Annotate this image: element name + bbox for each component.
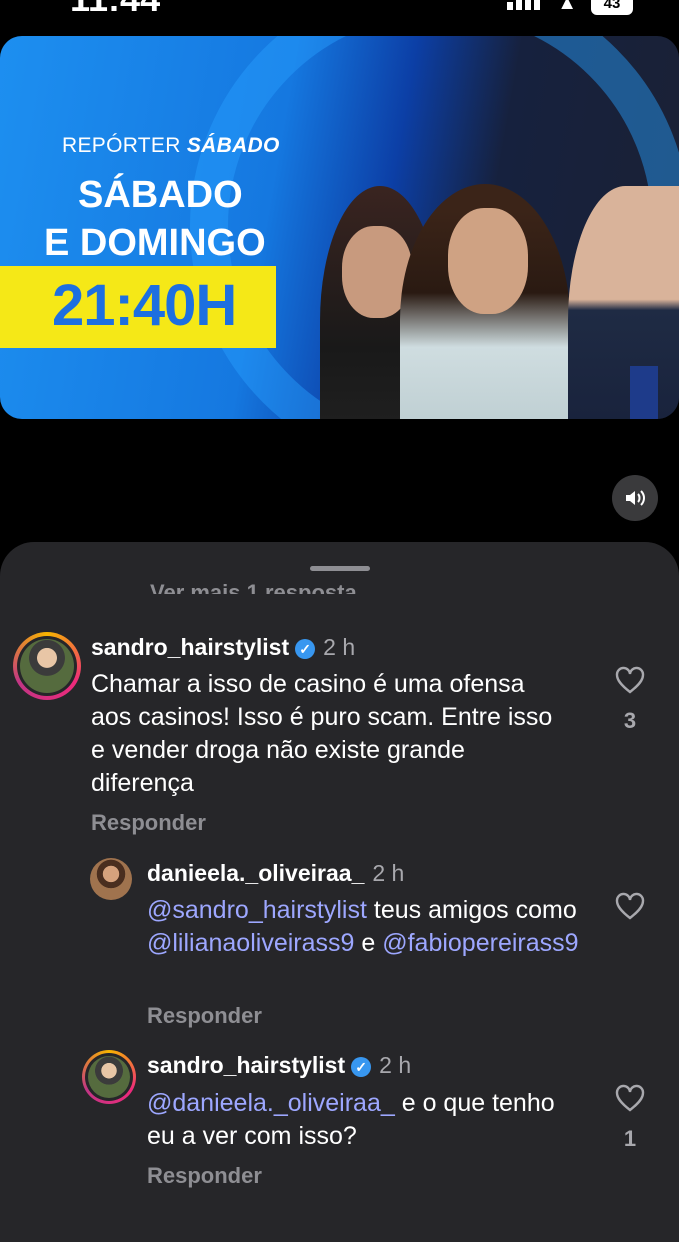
comment-username[interactable]: sandro_hairstylist ✓ 2 h xyxy=(147,1052,411,1079)
like-button[interactable] xyxy=(610,892,650,920)
banner-days-line1: SÁBADO xyxy=(78,174,243,216)
banner-program-title: REPÓRTER SÁBADO xyxy=(62,134,280,157)
comments-sheet[interactable]: Ver mais 1 resposta sandro_hairstylist ✓ 2… xyxy=(0,542,679,1242)
like-count: 3 xyxy=(623,708,637,733)
heart-icon xyxy=(615,1084,645,1112)
presenter-tie xyxy=(630,366,658,419)
status-bar: 11:44 ▲ 43 xyxy=(0,0,679,26)
signal-icon xyxy=(507,0,543,15)
avatar[interactable] xyxy=(90,858,132,900)
avatar[interactable] xyxy=(13,632,81,700)
sound-toggle-button[interactable] xyxy=(612,475,658,521)
comment-text: Chamar a isso de casino é uma ofensa aos… xyxy=(91,670,553,797)
wifi-icon: ▲ xyxy=(557,0,577,14)
reply-button[interactable]: Responder xyxy=(91,810,206,836)
heart-icon xyxy=(615,666,645,694)
comment-time: 2 h xyxy=(379,1052,412,1078)
like-button[interactable]: 1 xyxy=(610,1084,650,1152)
banner-time: 21:40H xyxy=(52,273,237,338)
mention-link[interactable]: @sandro_hairstylist xyxy=(147,896,367,924)
comment-text: @sandro_hairstylist teus amigos como @li… xyxy=(147,896,579,957)
comment-text: @danieela._oliveiraa_ e o que tenho eu a… xyxy=(147,1089,555,1150)
status-icons: ▲ 43 xyxy=(507,0,633,15)
speaker-icon xyxy=(626,490,645,506)
like-count: 1 xyxy=(623,1126,637,1151)
video-banner[interactable]: REPÓRTER SÁBADO SÁBADO E DOMINGO 21:40H xyxy=(0,36,679,419)
banner-days-line2: E DOMINGO xyxy=(44,222,266,264)
mention-link[interactable]: @lilianaoliveirass9 xyxy=(147,929,354,957)
comment-time: 2 h xyxy=(323,634,356,660)
verified-badge-icon: ✓ xyxy=(351,1057,372,1077)
verified-badge-icon: ✓ xyxy=(295,639,316,659)
avatar[interactable] xyxy=(82,1050,136,1104)
view-more-replies-link[interactable]: Ver mais 1 resposta xyxy=(150,570,357,594)
reply-button[interactable]: Responder xyxy=(147,1163,262,1189)
status-time: 11:44 xyxy=(70,0,160,20)
mention-link[interactable]: @danieela._oliveiraa_ xyxy=(147,1089,395,1117)
like-button[interactable]: 3 xyxy=(610,666,650,734)
battery-icon: 43 xyxy=(591,0,633,15)
heart-icon xyxy=(615,892,645,920)
comment-username[interactable]: danieela._oliveiraa_ 2 h xyxy=(147,860,404,887)
reply-button[interactable]: Responder xyxy=(147,1003,262,1029)
comment-time: 2 h xyxy=(372,860,405,886)
comment-username[interactable]: sandro_hairstylist ✓ 2 h xyxy=(91,634,355,661)
mention-link[interactable]: @fabiopereirass9 xyxy=(382,929,578,957)
